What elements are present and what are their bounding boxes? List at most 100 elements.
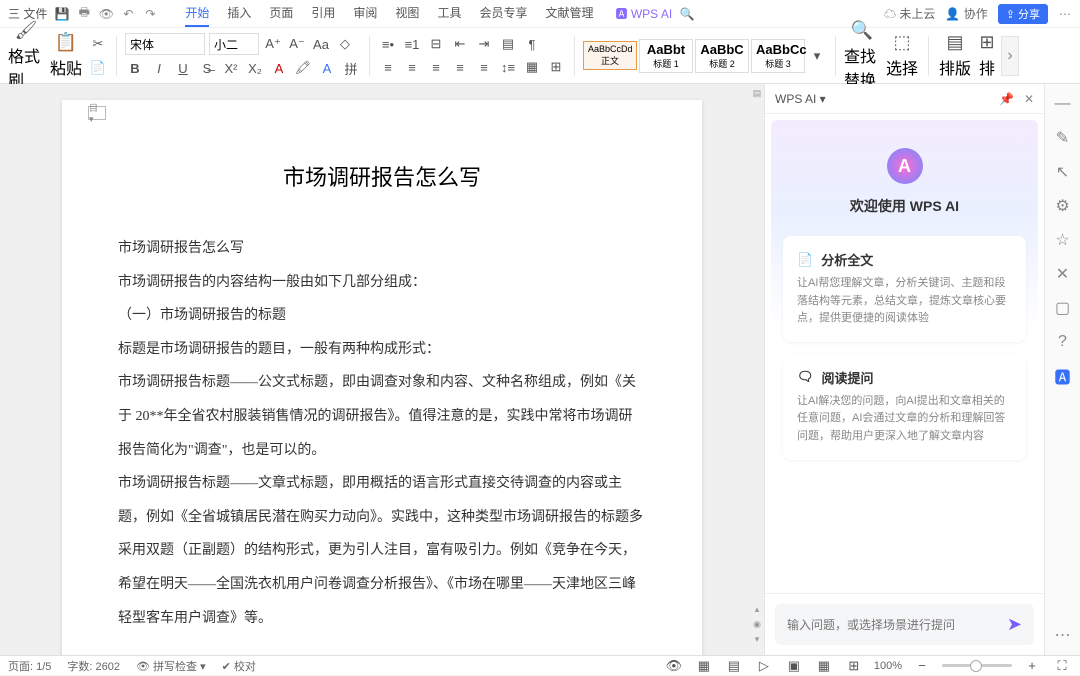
- undo-icon[interactable]: ↶: [121, 7, 135, 21]
- format-painter-button[interactable]: 🖌格式刷: [8, 20, 44, 91]
- spellcheck-toggle[interactable]: 👁 拼写检查 ▾: [136, 658, 206, 674]
- share-button[interactable]: ⇪ 分享: [998, 4, 1048, 24]
- phonetic-icon[interactable]: 拼: [341, 58, 361, 78]
- word-count[interactable]: 字数: 2602: [67, 658, 120, 674]
- document-page[interactable]: 市场调研报告怎么写 市场调研报告怎么写 市场调研报告的内容结构一般由如下几部分组…: [62, 100, 702, 655]
- tools-icon[interactable]: ✕: [1053, 264, 1073, 284]
- increase-font-icon[interactable]: A⁺: [263, 34, 283, 54]
- increase-indent-icon[interactable]: ⇥: [474, 34, 494, 54]
- layout-button[interactable]: ▤排版: [937, 32, 973, 79]
- shading-icon[interactable]: ▦: [522, 57, 542, 77]
- zoom-in-icon[interactable]: +: [1022, 656, 1042, 676]
- search-icon[interactable]: 🔍: [680, 7, 694, 21]
- style-more-icon[interactable]: ▾: [807, 46, 827, 66]
- cursor-icon[interactable]: ↖: [1053, 162, 1073, 182]
- font-color-icon[interactable]: A: [269, 58, 289, 78]
- clear-format-icon[interactable]: ◇: [335, 34, 355, 54]
- tab-reference[interactable]: 引用: [311, 0, 335, 27]
- collapse-icon[interactable]: —: [1053, 94, 1073, 114]
- multilevel-icon[interactable]: ⊟: [426, 34, 446, 54]
- more-icon[interactable]: ⋯: [1058, 7, 1072, 21]
- style-normal[interactable]: AaBbCcDd正文: [583, 41, 637, 70]
- view-focus-icon[interactable]: ▦: [814, 656, 834, 676]
- align-right-icon[interactable]: ≡: [426, 57, 446, 77]
- nav-object-icon[interactable]: ◉: [750, 619, 764, 630]
- strike-icon[interactable]: S̶: [197, 58, 217, 78]
- numbering-icon[interactable]: ≡1: [402, 34, 422, 54]
- wps-ai-menu[interactable]: 🅰 WPS AI: [615, 5, 672, 22]
- align-justify-icon[interactable]: ≡: [450, 57, 470, 77]
- view-split-icon[interactable]: ⊞: [844, 656, 864, 676]
- ribbon-scroll-right[interactable]: ›: [1001, 36, 1019, 76]
- find-replace-button[interactable]: 🔍查找替换: [844, 20, 880, 91]
- zoom-out-icon[interactable]: −: [912, 656, 932, 676]
- close-icon[interactable]: ✕: [1024, 92, 1034, 106]
- star-icon[interactable]: ☆: [1053, 230, 1073, 250]
- align-left-icon[interactable]: ≡: [378, 57, 398, 77]
- italic-icon[interactable]: I: [149, 58, 169, 78]
- align-center-icon[interactable]: ≡: [402, 57, 422, 77]
- tab-view[interactable]: 视图: [395, 0, 419, 27]
- paste-button[interactable]: 📋粘贴: [48, 32, 84, 79]
- bullets-icon[interactable]: ≡•: [378, 34, 398, 54]
- more-sidebar-icon[interactable]: ⋯: [1053, 625, 1073, 645]
- margin-handle[interactable]: 目 ▾: [88, 106, 106, 120]
- highlight-icon[interactable]: 🖍: [293, 58, 313, 78]
- borders-icon[interactable]: ⊞: [546, 57, 566, 77]
- fullscreen-icon[interactable]: ⛶: [1052, 656, 1072, 676]
- book-icon[interactable]: ▢: [1053, 298, 1073, 318]
- style-heading3[interactable]: AaBbCc标题 3: [751, 39, 805, 73]
- tab-tools[interactable]: 工具: [437, 0, 461, 27]
- line-spacing-icon[interactable]: ↕≡: [498, 57, 518, 77]
- ai-card-analyze[interactable]: 📄分析全文 让AI帮您理解文章，分析关键词、主题和段落结构等元素，总结文章，提炼…: [783, 236, 1026, 342]
- style-heading1[interactable]: AaBbt标题 1: [639, 39, 693, 73]
- ai-prompt-input[interactable]: [787, 618, 1007, 632]
- bold-icon[interactable]: B: [125, 58, 145, 78]
- change-case-icon[interactable]: Aa: [311, 34, 331, 54]
- nav-prev-icon[interactable]: ▴: [750, 604, 764, 615]
- show-marks-icon[interactable]: ¶: [522, 34, 542, 54]
- nav-up-icon[interactable]: ▤: [750, 88, 764, 99]
- view-web-icon[interactable]: ▤: [724, 656, 744, 676]
- ai-card-qa[interactable]: 🗨阅读提问 让AI解决您的问题，向AI提出和文章相关的任意问题，AI会通过文章的…: [783, 354, 1026, 460]
- tab-insert[interactable]: 插入: [227, 0, 251, 27]
- collab-button[interactable]: 👤 协作: [945, 5, 987, 22]
- font-size-select[interactable]: [209, 33, 259, 55]
- text-effect-icon[interactable]: A: [317, 58, 337, 78]
- decrease-font-icon[interactable]: A⁻: [287, 34, 307, 54]
- preview-icon[interactable]: 👁: [99, 7, 113, 21]
- print-icon[interactable]: 🖶: [77, 7, 91, 21]
- proofread-toggle[interactable]: ✔ 校对: [222, 658, 256, 674]
- send-icon[interactable]: ➤: [1007, 614, 1022, 635]
- sort-icon[interactable]: ▤: [498, 34, 518, 54]
- page-indicator[interactable]: 页面: 1/5: [8, 658, 51, 674]
- help-icon[interactable]: ?: [1053, 332, 1073, 352]
- underline-icon[interactable]: U: [173, 58, 193, 78]
- view-outline-icon[interactable]: ▷: [754, 656, 774, 676]
- tab-start[interactable]: 开始: [185, 0, 209, 27]
- align-distribute-icon[interactable]: ≡: [474, 57, 494, 77]
- cut-icon[interactable]: ✂: [88, 34, 108, 54]
- zoom-level[interactable]: 100%: [874, 660, 902, 672]
- tab-refs[interactable]: 文献管理: [545, 0, 593, 27]
- extra-button[interactable]: ⊞排: [977, 32, 997, 79]
- select-button[interactable]: ⬚选择: [884, 32, 920, 79]
- decrease-indent-icon[interactable]: ⇤: [450, 34, 470, 54]
- redo-icon[interactable]: ↷: [143, 7, 157, 21]
- view-print-icon[interactable]: ▦: [694, 656, 714, 676]
- ai-sidebar-icon[interactable]: 🅰: [1053, 366, 1073, 386]
- font-family-select[interactable]: [125, 33, 205, 55]
- tab-vip[interactable]: 会员专享: [479, 0, 527, 27]
- settings-icon[interactable]: ⚙: [1053, 196, 1073, 216]
- nav-next-icon[interactable]: ▾: [750, 634, 764, 645]
- subscript-icon[interactable]: X₂: [245, 58, 265, 78]
- pencil-icon[interactable]: ✎: [1053, 128, 1073, 148]
- copy-icon[interactable]: 📄: [88, 58, 108, 78]
- tab-page[interactable]: 页面: [269, 0, 293, 27]
- pin-icon[interactable]: 📌: [999, 92, 1014, 106]
- tab-review[interactable]: 审阅: [353, 0, 377, 27]
- superscript-icon[interactable]: X²: [221, 58, 241, 78]
- cloud-status[interactable]: ☁ 未上云: [884, 5, 935, 22]
- view-read-icon[interactable]: ▣: [784, 656, 804, 676]
- view-eye-icon[interactable]: 👁: [664, 656, 684, 676]
